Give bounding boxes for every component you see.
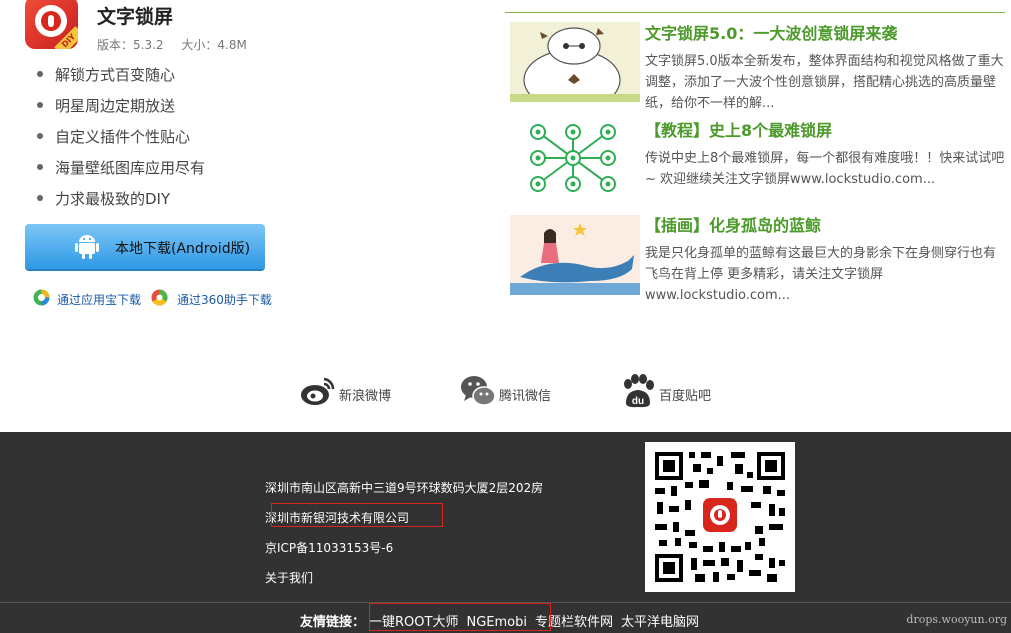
wechat-label: 腾讯微信 — [499, 389, 552, 404]
baymax-illustration — [510, 22, 640, 102]
feature-list: 解锁方式百变随心 明星周边定期放送 自定义插件个性贴心 海量壁纸图库应用尽有 力… — [35, 64, 205, 219]
footer-address: 深圳市南山区高新中三道9号环球数码大厦2层202房 — [265, 481, 544, 495]
app-meta: 版本：5.3.2 大小：4.8M — [97, 36, 261, 53]
wechat-link[interactable]: 腾讯微信 — [460, 373, 560, 413]
yyb-download-label: 通过应用宝下载 — [57, 293, 142, 307]
baidu-paw-icon: du — [624, 374, 654, 408]
news-desc: 文字锁屏5.0版本全新发布，整体界面结构和视觉风格做了重大调整，添加了一大波个性… — [645, 54, 1004, 111]
news-thumb-whale[interactable] — [510, 215, 640, 295]
tieba-link[interactable]: du 百度贴吧 — [620, 373, 720, 413]
360-icon — [151, 289, 168, 306]
news-desc: 传说中史上8个最难锁屏，每一个都很有难度哦！！快来试试吧~ 欢迎继续关注文字锁屏… — [645, 151, 1005, 187]
weibo-icon — [301, 377, 335, 405]
whale-illustration — [510, 215, 640, 295]
qr-code — [645, 442, 795, 592]
app-version: 版本：5.3.2 — [97, 38, 164, 52]
feature-item: 解锁方式百变随心 — [35, 64, 205, 95]
svg-text:du: du — [632, 396, 644, 407]
android-download-button[interactable]: 本地下载(Android版) — [25, 224, 265, 269]
weibo-label: 新浪微博 — [339, 389, 392, 404]
feature-item: 明星周边定期放送 — [35, 95, 205, 126]
footer-icp: 京ICP备11033153号-6 — [265, 541, 394, 555]
feature-item: 力求最极致的DIY — [35, 188, 205, 219]
highlight-box-company — [271, 503, 443, 527]
news-title-link[interactable]: 文字锁屏5.0：一大波创意锁屏来袭 — [645, 20, 897, 44]
lock-pattern-illustration — [530, 124, 616, 192]
wechat-icon — [461, 376, 496, 406]
news-thumb-baymax[interactable] — [510, 22, 640, 102]
app-icon: DIY — [25, 0, 78, 49]
news-thumb-pattern[interactable] — [510, 118, 640, 198]
news-title-link[interactable]: 【插画】化身孤岛的蓝鲸 — [645, 212, 821, 236]
weibo-link[interactable]: 新浪微博 — [300, 373, 400, 413]
about-us-link[interactable]: 关于我们 — [265, 569, 313, 586]
news-title-link[interactable]: 【教程】史上8个最难锁屏 — [645, 117, 832, 141]
qr-code-image — [645, 442, 795, 592]
friend-links-label: 友情链接： — [300, 615, 366, 630]
news-divider — [505, 12, 1005, 13]
highlight-box-friends — [369, 603, 551, 631]
android-icon — [75, 235, 99, 259]
news-desc: 我是只化身孤单的蓝鲸有这最巨大的身影余下在身侧穿行也有飞鸟在背上停 更多精彩，请… — [645, 246, 997, 303]
yingyongbao-icon — [33, 289, 50, 306]
watermark: drops.wooyun.org — [906, 613, 1007, 626]
360-download-label: 通过360助手下载 — [177, 293, 272, 307]
tieba-label: 百度贴吧 — [659, 389, 712, 404]
app-title: 文字锁屏 — [97, 6, 174, 28]
app-size: 大小：4.8M — [181, 38, 247, 52]
download-label: 本地下载(Android版) — [115, 241, 251, 257]
feature-item: 海量壁纸图库应用尽有 — [35, 157, 205, 188]
friend-link[interactable]: 太平洋电脑网 — [621, 615, 699, 630]
feature-item: 自定义插件个性贴心 — [35, 126, 205, 157]
